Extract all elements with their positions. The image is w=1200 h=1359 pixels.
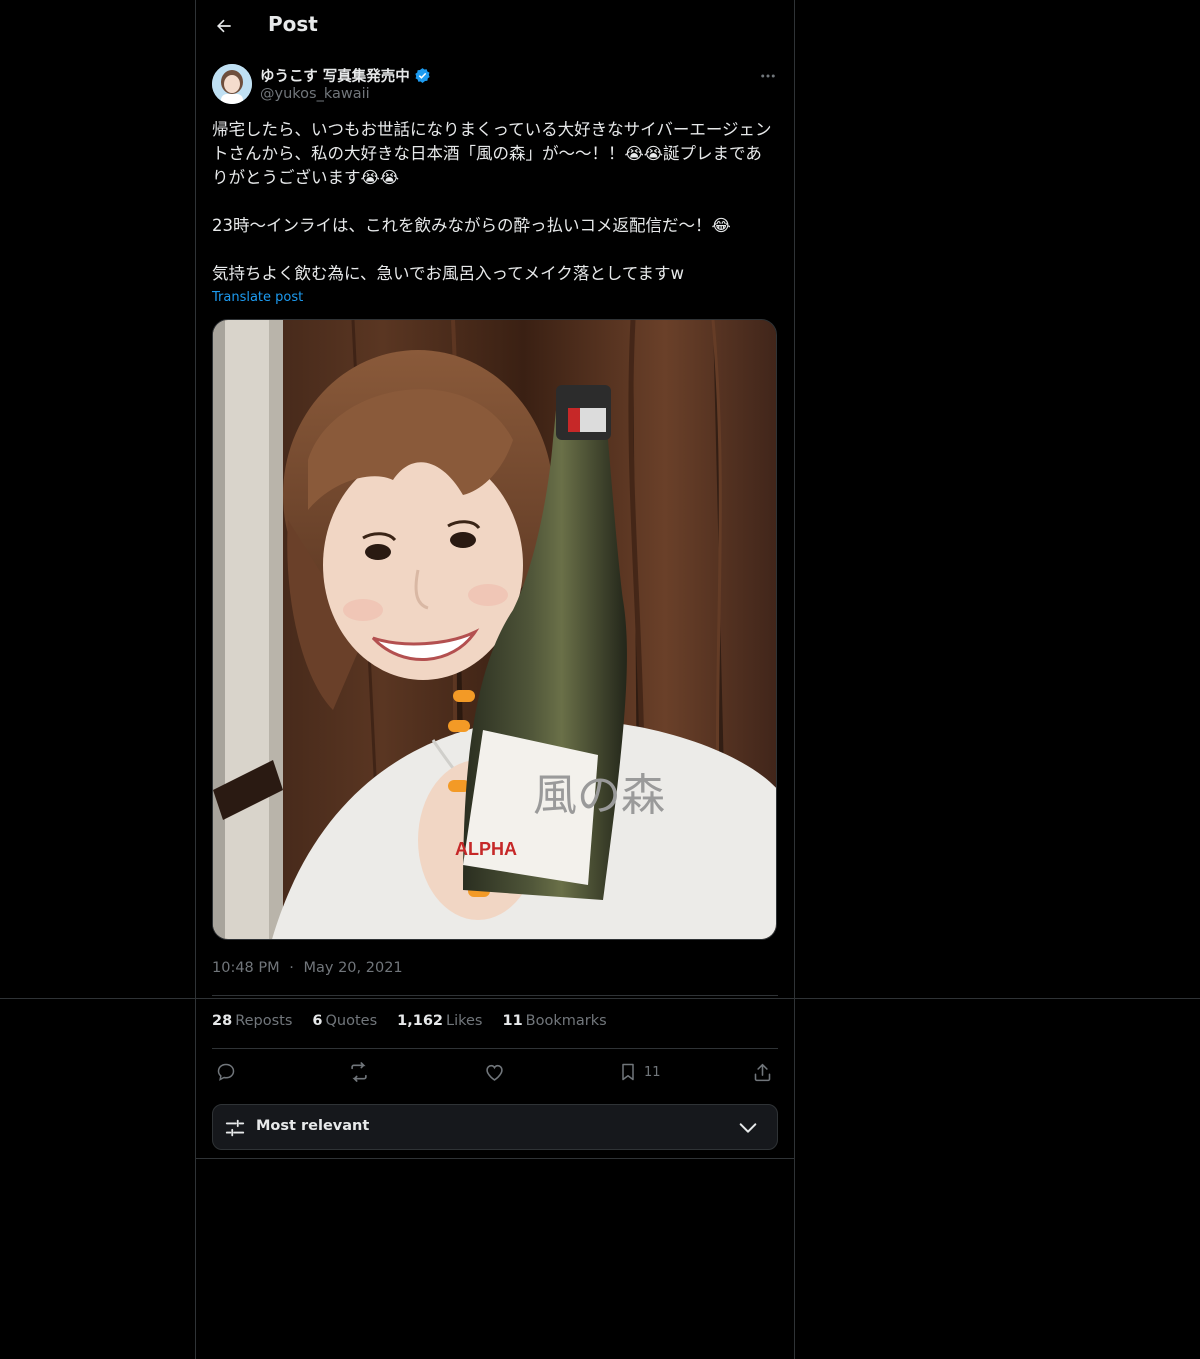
verified-badge-icon — [415, 68, 430, 83]
avatar-image — [212, 64, 252, 104]
bookmark-button[interactable]: 11 — [618, 1058, 661, 1086]
avatar[interactable] — [212, 64, 252, 104]
bottle-label-kanji: 風の森 — [533, 770, 665, 821]
share-icon — [754, 1063, 771, 1081]
author-handle[interactable]: @yukos_kawaii — [260, 86, 370, 102]
reply-icon — [217, 1063, 235, 1081]
photo-illustration: 風の森 ALPHA — [213, 320, 776, 939]
reply-button[interactable] — [216, 1058, 236, 1086]
post-timestamp[interactable]: 10:48 PM · May 20, 2021 — [212, 960, 403, 976]
repost-icon — [351, 1062, 367, 1082]
post-image[interactable]: 風の森 ALPHA — [212, 319, 777, 940]
bookmark-icon — [622, 1063, 634, 1081]
reposts-stat[interactable]: 28 Reposts — [212, 1013, 292, 1029]
repost-button[interactable] — [348, 1058, 370, 1086]
translate-post-link[interactable]: Translate post — [212, 290, 303, 305]
bookmark-count: 11 — [644, 1064, 661, 1080]
heart-icon — [486, 1064, 503, 1081]
bookmarks-stat[interactable]: 11 Bookmarks — [502, 1013, 606, 1029]
post-date: May 20, 2021 — [303, 960, 403, 976]
sort-label: Most relevant — [256, 1118, 370, 1134]
reply-sort-dropdown[interactable]: Most relevant — [212, 1104, 778, 1150]
share-button[interactable] — [752, 1058, 773, 1086]
sliders-icon — [225, 1119, 245, 1137]
like-button[interactable] — [484, 1058, 505, 1086]
action-bar: 11 — [212, 1058, 778, 1088]
chevron-down-icon — [739, 1123, 757, 1133]
more-options-button[interactable] — [756, 64, 780, 88]
bottle-label-brand: ALPHA — [455, 839, 517, 859]
timestamp-separator: · — [289, 960, 294, 976]
author-display-name[interactable]: ゆうこす 写真集発売中 — [260, 65, 410, 86]
author-name-row[interactable]: ゆうこす 写真集発売中 — [260, 65, 431, 86]
quotes-stat[interactable]: 6 Quotes — [312, 1013, 377, 1029]
post-stats: 28 Reposts 6 Quotes 1,162 Likes 11 Bookmarks — [212, 1013, 607, 1029]
more-icon — [761, 74, 775, 78]
post-text: 帰宅したら、いつもお世話になりまくっている大好きなサイバーエージェントさんから、… — [212, 120, 772, 283]
arrow-left-icon — [217, 19, 231, 33]
page-header: Post — [196, 0, 794, 54]
main-column: Post ゆうこす 写真集発売中 @yukos_kawaii 帰宅したら、いつも… — [195, 0, 795, 1359]
page-title: Post — [268, 12, 318, 36]
divider — [212, 1048, 778, 1049]
post-time: 10:48 PM — [212, 960, 280, 976]
divider — [212, 995, 778, 996]
back-button[interactable] — [212, 14, 236, 38]
likes-stat[interactable]: 1,162 Likes — [397, 1013, 482, 1029]
